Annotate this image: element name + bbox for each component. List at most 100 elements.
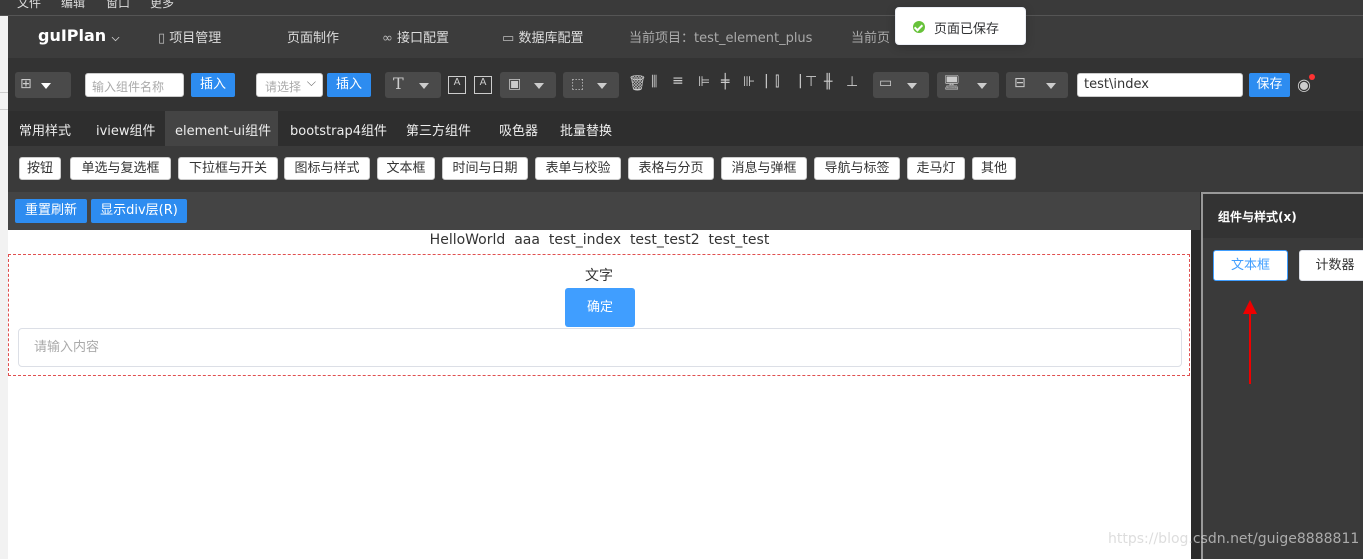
tab-bootstrap4[interactable]: bootstrap4组件 [290, 120, 387, 139]
align-bottom-icon[interactable]: ⊥ [846, 74, 858, 90]
align-justify-icon[interactable]: ≡ [672, 73, 684, 89]
annotation-arrow-line [1249, 312, 1251, 384]
image-dropdown[interactable]: ▣ [500, 72, 556, 98]
category-other[interactable]: 其他 [972, 157, 1016, 180]
component-search-input[interactable]: 输入组件名称 [85, 73, 184, 97]
add-box-icon: ⊞ [20, 76, 32, 92]
code-icon: ⊟ [1014, 75, 1026, 91]
os-menu-more[interactable]: 更多 [150, 0, 174, 11]
category-textbox[interactable]: 文本框 [377, 157, 435, 180]
current-project: 当前项目：test_element_plus [629, 31, 813, 46]
textbox-component-button[interactable]: 文本框 [1213, 250, 1288, 281]
current-page: 当前页 [851, 31, 891, 46]
page-link[interactable]: test_test2 [630, 232, 700, 248]
category-bar: 按钮 单选与复选框 下拉框与开关 图标与样式 文本框 时间与日期 表单与校验 表… [8, 146, 1363, 192]
separator-icon: | [764, 73, 769, 89]
trash-icon[interactable]: 🗑 [628, 74, 647, 92]
category-icon-style[interactable]: 图标与样式 [284, 157, 370, 180]
os-menu-edit[interactable]: 编辑 [61, 0, 85, 11]
annotation-arrow-head-icon [1243, 300, 1257, 314]
font-size-icon[interactable]: A [448, 76, 466, 94]
align-left-icon[interactable]: ⊫ [698, 74, 710, 90]
code-dropdown[interactable]: ⊟ [1006, 72, 1068, 98]
show-div-layer-button[interactable]: 显示div层(R) [91, 199, 187, 223]
page-link[interactable]: test_index [549, 232, 621, 248]
insert-button-2[interactable]: 插入 [327, 73, 371, 97]
os-menu-window[interactable]: 窗口 [106, 0, 130, 11]
page-link[interactable]: test_test [709, 232, 770, 248]
left-edge [0, 16, 8, 559]
save-button[interactable]: 保存 [1249, 73, 1290, 97]
save-toast: 页面已保存 [895, 7, 1026, 45]
page-link[interactable]: aaa [514, 232, 540, 248]
counter-component-button[interactable]: 计数器 [1299, 250, 1363, 281]
component-container[interactable]: 文字 确定 请输入内容 [8, 254, 1190, 376]
design-canvas: HelloWorld aaa test_index test_test2 tes… [8, 230, 1191, 559]
panel-header: 组件与样式(x) [1203, 194, 1363, 238]
text-icon: T [393, 74, 404, 93]
tab-iview[interactable]: iview组件 [96, 120, 156, 139]
toast-message: 页面已保存 [934, 22, 1000, 37]
page-path-input[interactable]: test\index [1077, 73, 1243, 97]
align-right-icon[interactable]: ⊪ [743, 74, 755, 90]
panel-title: 组件与样式(x) [1218, 210, 1297, 224]
os-menu-file[interactable]: 文件 [17, 0, 41, 11]
chevron-down-icon: ⌵ [306, 75, 316, 89]
cursor-icon: ⬚ [571, 76, 585, 92]
os-menu-bar: 文件 编辑 窗口 更多 [0, 0, 1363, 16]
category-carousel[interactable]: 走马灯 [907, 157, 965, 180]
text-label: 文字 [585, 268, 613, 284]
page-list: HelloWorld aaa test_index test_test2 tes… [8, 232, 1191, 248]
category-message-dialog[interactable]: 消息与弹框 [721, 157, 807, 180]
layout-icon: ▭ [879, 75, 893, 91]
link-icon: ∞ [382, 31, 393, 46]
component-tabs: 常用样式 iview组件 element-ui组件 bootstrap4组件 第… [8, 111, 1363, 146]
distribute-icon[interactable]: ⫿ [775, 74, 779, 90]
category-select-switch[interactable]: 下拉框与开关 [178, 157, 278, 180]
device-dropdown[interactable]: 🖥 [937, 72, 999, 98]
notification-dot [1309, 74, 1315, 80]
nav-item-page-design[interactable]: 页面制作 [287, 27, 339, 46]
nav-item-api[interactable]: ∞ 接口配置 [382, 27, 449, 46]
align-center-icon[interactable]: ╪ [721, 74, 729, 90]
insert-button[interactable]: 插入 [191, 73, 235, 97]
check-circle-icon [913, 21, 925, 33]
database-icon: ▭ [502, 31, 515, 46]
file-icon: ▯ [158, 31, 166, 46]
category-button[interactable]: 按钮 [19, 157, 61, 180]
category-nav-tabs[interactable]: 导航与标签 [814, 157, 900, 180]
tab-element-ui[interactable]: element-ui组件 [175, 120, 271, 139]
component-style-panel: 组件与样式(x) 文本框 计数器 [1201, 192, 1363, 559]
image-icon: ▣ [508, 76, 522, 92]
tab-common-styles[interactable]: 常用样式 [19, 120, 71, 139]
page-link[interactable]: HelloWorld [430, 232, 506, 248]
watermark: https://blog.csdn.net/guige8888811 [1108, 531, 1360, 547]
canvas-divider [1191, 230, 1201, 559]
reset-refresh-button[interactable]: 重置刷新 [15, 199, 87, 223]
app-logo[interactable]: guIPlan ⌵ [38, 26, 119, 45]
align-vertical-icon[interactable]: ⫼ [651, 74, 657, 90]
nav-item-projects[interactable]: ▯ 项目管理 [158, 27, 221, 46]
tab-batch-replace[interactable]: 批量替换 [560, 120, 612, 139]
layout-dropdown[interactable]: ▭ [873, 72, 929, 98]
align-middle-icon[interactable]: ╫ [824, 74, 832, 90]
add-dropdown[interactable]: ⊞ [15, 72, 71, 98]
component-select[interactable]: 请选择 ⌵ [256, 73, 323, 97]
category-radio-checkbox[interactable]: 单选与复选框 [70, 157, 171, 180]
text-dropdown[interactable]: T [385, 72, 441, 98]
monitor-icon: 🖥 [943, 75, 961, 91]
category-datetime[interactable]: 时间与日期 [442, 157, 528, 180]
align-top-icon[interactable]: ⊤ [805, 74, 817, 90]
tab-third-party[interactable]: 第三方组件 [406, 120, 471, 139]
toolbar: ⊞ 输入组件名称 插入 请选择 ⌵ 插入 T A A ▣ ⬚ 🗑 ⫼ ≡ ⊫ ╪… [8, 58, 1363, 111]
action-bar: 重置刷新 显示div层(R) [8, 192, 1200, 230]
category-table-pagination[interactable]: 表格与分页 [628, 157, 714, 180]
tab-color-picker[interactable]: 吸色器 [499, 120, 538, 139]
content-input[interactable]: 请输入内容 [18, 328, 1182, 367]
pointer-dropdown[interactable]: ⬚ [563, 72, 619, 98]
main-nav: guIPlan ⌵ ▯ 项目管理 页面制作 ∞ 接口配置 ▭ 数据库配置 当前项… [8, 16, 1363, 58]
category-form-validation[interactable]: 表单与校验 [535, 157, 621, 180]
font-style-icon[interactable]: A [474, 76, 492, 94]
nav-item-database[interactable]: ▭ 数据库配置 [502, 27, 583, 46]
confirm-button[interactable]: 确定 [565, 288, 635, 327]
